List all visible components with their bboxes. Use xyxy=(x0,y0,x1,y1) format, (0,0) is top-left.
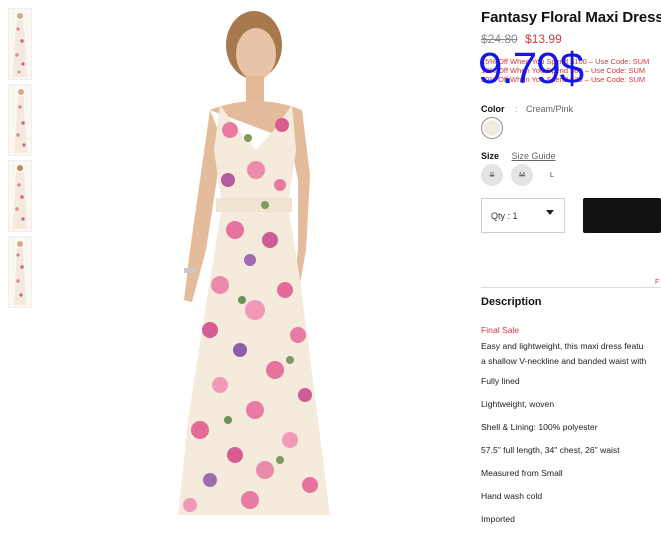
size-option-m[interactable]: M xyxy=(511,164,533,186)
size-options: S M L xyxy=(481,164,571,186)
color-label: Color xyxy=(481,104,505,114)
color-label-row: Color : Cream/Pink xyxy=(481,104,573,114)
dress-thumbnail-image xyxy=(14,241,26,305)
quantity-label: Qty : 1 xyxy=(491,210,518,221)
divider xyxy=(481,287,661,288)
final-sale-note: Final Sale xyxy=(481,325,520,335)
description-intro-line: a shallow V-neckline and banded waist wi… xyxy=(481,356,647,366)
description-title: Description xyxy=(481,296,542,308)
size-option-s[interactable]: S xyxy=(481,164,503,186)
size-label-row: Size Size Guide xyxy=(481,151,556,161)
size-label: Size xyxy=(481,151,500,161)
thumbnail-detail[interactable] xyxy=(8,236,32,308)
thumbnail-side[interactable] xyxy=(8,84,32,156)
dress-thumbnail-image xyxy=(13,13,27,77)
color-value: Cream/Pink xyxy=(526,104,574,114)
description-bullet: Shell & Lining: 100% polyester xyxy=(481,422,598,432)
description-body: Final Sale Easy and lightweight, this ma… xyxy=(481,325,661,537)
truncated-text: F xyxy=(655,279,660,286)
chevron-down-icon xyxy=(546,210,554,215)
main-product-image xyxy=(60,0,440,515)
overlay-price-annotation: 9.79$ xyxy=(478,44,584,93)
dress-thumbnail-image xyxy=(14,89,28,153)
description-bullet: 57.5" full length, 34" chest, 26" waist xyxy=(481,445,620,455)
add-to-bag-button[interactable] xyxy=(583,198,661,233)
description-bullet: Hand wash cold xyxy=(481,491,543,501)
product-title: Fantasy Floral Maxi Dress xyxy=(481,9,661,26)
size-option-l[interactable]: L xyxy=(541,164,563,186)
color-swatch-cream-pink[interactable] xyxy=(481,117,503,139)
dress-thumbnail-image xyxy=(13,165,27,229)
description-bullet: Measured from Small xyxy=(481,468,563,478)
size-guide-link[interactable]: Size Guide xyxy=(512,151,556,161)
thumbnail-strip xyxy=(8,8,36,312)
thumbnail-front[interactable] xyxy=(8,8,32,80)
color-separator: : xyxy=(515,104,518,114)
description-bullet: Imported xyxy=(481,514,515,524)
description-intro-line: Easy and lightweight, this maxi dress fe… xyxy=(481,341,644,351)
description-intro: Easy and lightweight, this maxi dress fe… xyxy=(481,339,661,369)
description-bullet: Lightweight, woven xyxy=(481,399,555,409)
model-in-dress-image xyxy=(178,11,330,515)
thumbnail-back[interactable] xyxy=(8,160,32,232)
quantity-select[interactable]: Qty : 1 xyxy=(481,198,565,233)
description-bullet: Fully lined xyxy=(481,376,520,386)
